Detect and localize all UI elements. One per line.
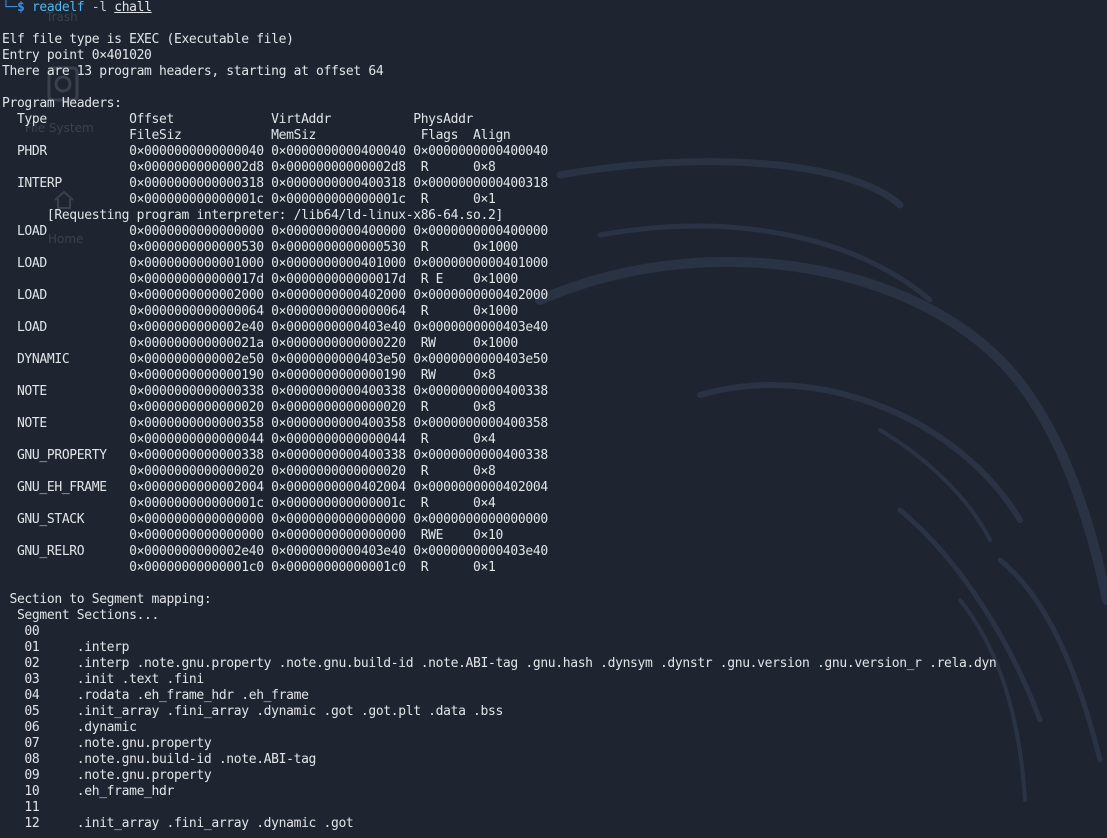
output-line: 06 .dynamic [2,720,137,735]
output-line: 00 [2,624,40,639]
output-line: 08 .note.gnu.build-id .note.ABI-tag [2,752,317,767]
output-line: 0×0000000000000064 0×0000000000000064 R … [2,304,518,319]
output-line: 0×0000000000000190 0×0000000000000190 RW… [2,368,496,383]
output-line: LOAD 0×0000000000002e40 0×0000000000403e… [2,320,548,335]
prompt-symbol: $ [16,0,25,15]
output-line: 0×00000000000001c0 0×00000000000001c0 R … [2,560,496,575]
output-line: 0×000000000000001c 0×000000000000001c R … [2,496,496,511]
output-line: 0×000000000000001c 0×000000000000001c R … [2,192,496,207]
output-line: GNU_EH_FRAME 0×0000000000002004 0×000000… [2,480,548,495]
output-line: DYNAMIC 0×0000000000002e50 0×00000000004… [2,352,548,367]
output-line: 0×000000000000017d 0×000000000000017d R … [2,272,518,287]
output-line: 0×000000000000021a 0×0000000000000220 RW… [2,336,518,351]
output-line: Elf file type is EXEC (Executable file) [2,32,294,47]
prompt-line: └─$ readelf -l chall [2,0,1102,16]
output-line: 01 .interp [2,640,130,655]
output-line: GNU_PROPERTY 0×0000000000000338 0×000000… [2,448,548,463]
output-line: FileSiz MemSiz Flags Align [2,128,511,143]
command-file-argument[interactable]: chall [114,0,152,15]
output-line: 09 .note.gnu.property [2,768,212,783]
output-line: NOTE 0×0000000000000358 0×00000000004003… [2,416,548,431]
output-line: NOTE 0×0000000000000338 0×00000000004003… [2,384,548,399]
output-line: 0×0000000000000020 0×0000000000000020 R … [2,400,496,415]
output-line: There are 13 program headers, starting a… [2,64,384,79]
output-line: 07 .note.gnu.property [2,736,212,751]
command-option: -l [91,0,107,15]
output-line: 0×0000000000000000 0×0000000000000000 RW… [2,528,503,543]
output-line: 0×0000000000000044 0×0000000000000044 R … [2,432,496,447]
output-line: LOAD 0×0000000000001000 0×00000000004010… [2,256,548,271]
output-line: 03 .init .text .fini [2,672,204,687]
output-line: 05 .init_array .fini_array .dynamic .got… [2,704,503,719]
readelf-output: Elf file type is EXEC (Executable file) E… [2,16,1102,832]
output-line: [Requesting program interpreter: /lib64/… [2,208,503,223]
output-line: Entry point 0×401020 [2,48,152,63]
output-line: 02 .interp .note.gnu.property .note.gnu.… [2,656,997,671]
output-line: GNU_RELRO 0×0000000000002e40 0×000000000… [2,544,548,559]
output-line: 12 .init_array .fini_array .dynamic .got [2,816,354,831]
output-line: 0×0000000000000020 0×0000000000000020 R … [2,464,496,479]
output-line: Segment Sections... [2,608,160,623]
output-line: 04 .rodata .eh_frame_hdr .eh_frame [2,688,309,703]
output-line: 0×00000000000002d8 0×00000000000002d8 R … [2,160,496,175]
output-line: LOAD 0×0000000000000000 0×00000000004000… [2,224,548,239]
output-line: Section to Segment mapping: [2,592,212,607]
output-line: GNU_STACK 0×0000000000000000 0×000000000… [2,512,548,527]
prompt-corner: └─ [2,0,17,15]
output-line: 11 [2,800,40,815]
output-line: INTERP 0×0000000000000318 0×000000000040… [2,176,548,191]
command-name: readelf [31,0,85,15]
output-line: Type Offset VirtAddr PhysAddr [2,112,474,127]
output-line: Program Headers: [2,96,122,111]
output-line: 0×0000000000000530 0×0000000000000530 R … [2,240,518,255]
terminal-output[interactable]: └─$ readelf -l chall Elf file type is EX… [2,0,1102,832]
output-line: LOAD 0×0000000000002000 0×00000000004020… [2,288,548,303]
output-line: 10 .eh_frame_hdr [2,784,174,799]
output-line: PHDR 0×0000000000000040 0×00000000004000… [2,144,548,159]
